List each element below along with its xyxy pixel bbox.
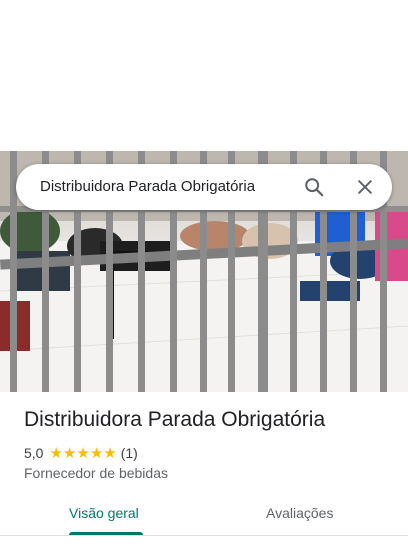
place-category[interactable]: Fornecedor de bebidas [24,465,168,481]
tab-reviews[interactable]: Avaliações [266,505,333,521]
close-icon [358,180,372,194]
tab-overview[interactable]: Visão geral [69,505,139,521]
star-icon: ★ [62,444,77,462]
review-count[interactable]: (1) [121,445,138,461]
star-icon: ★ [49,444,63,462]
search-bar[interactable]: Distribuidora Parada Obrigatória [16,164,392,210]
star-icon: ★ [76,444,90,462]
search-icon [305,178,324,197]
star-icon: ★ [89,444,104,462]
rating-value: 5,0 [24,445,44,461]
star-rating: ★ ★ ★ ★ ★ [49,446,116,461]
search-input[interactable]: Distribuidora Parada Obrigatória [40,164,255,210]
clear-search-button[interactable] [351,173,379,201]
place-title: Distribuidora Parada Obrigatória [24,408,326,431]
rating-row[interactable]: 5,0 ★ ★ ★ ★ ★ (1) [24,444,138,462]
search-button[interactable] [300,173,328,201]
star-icon: ★ [103,444,117,462]
tab-divider [0,535,408,536]
